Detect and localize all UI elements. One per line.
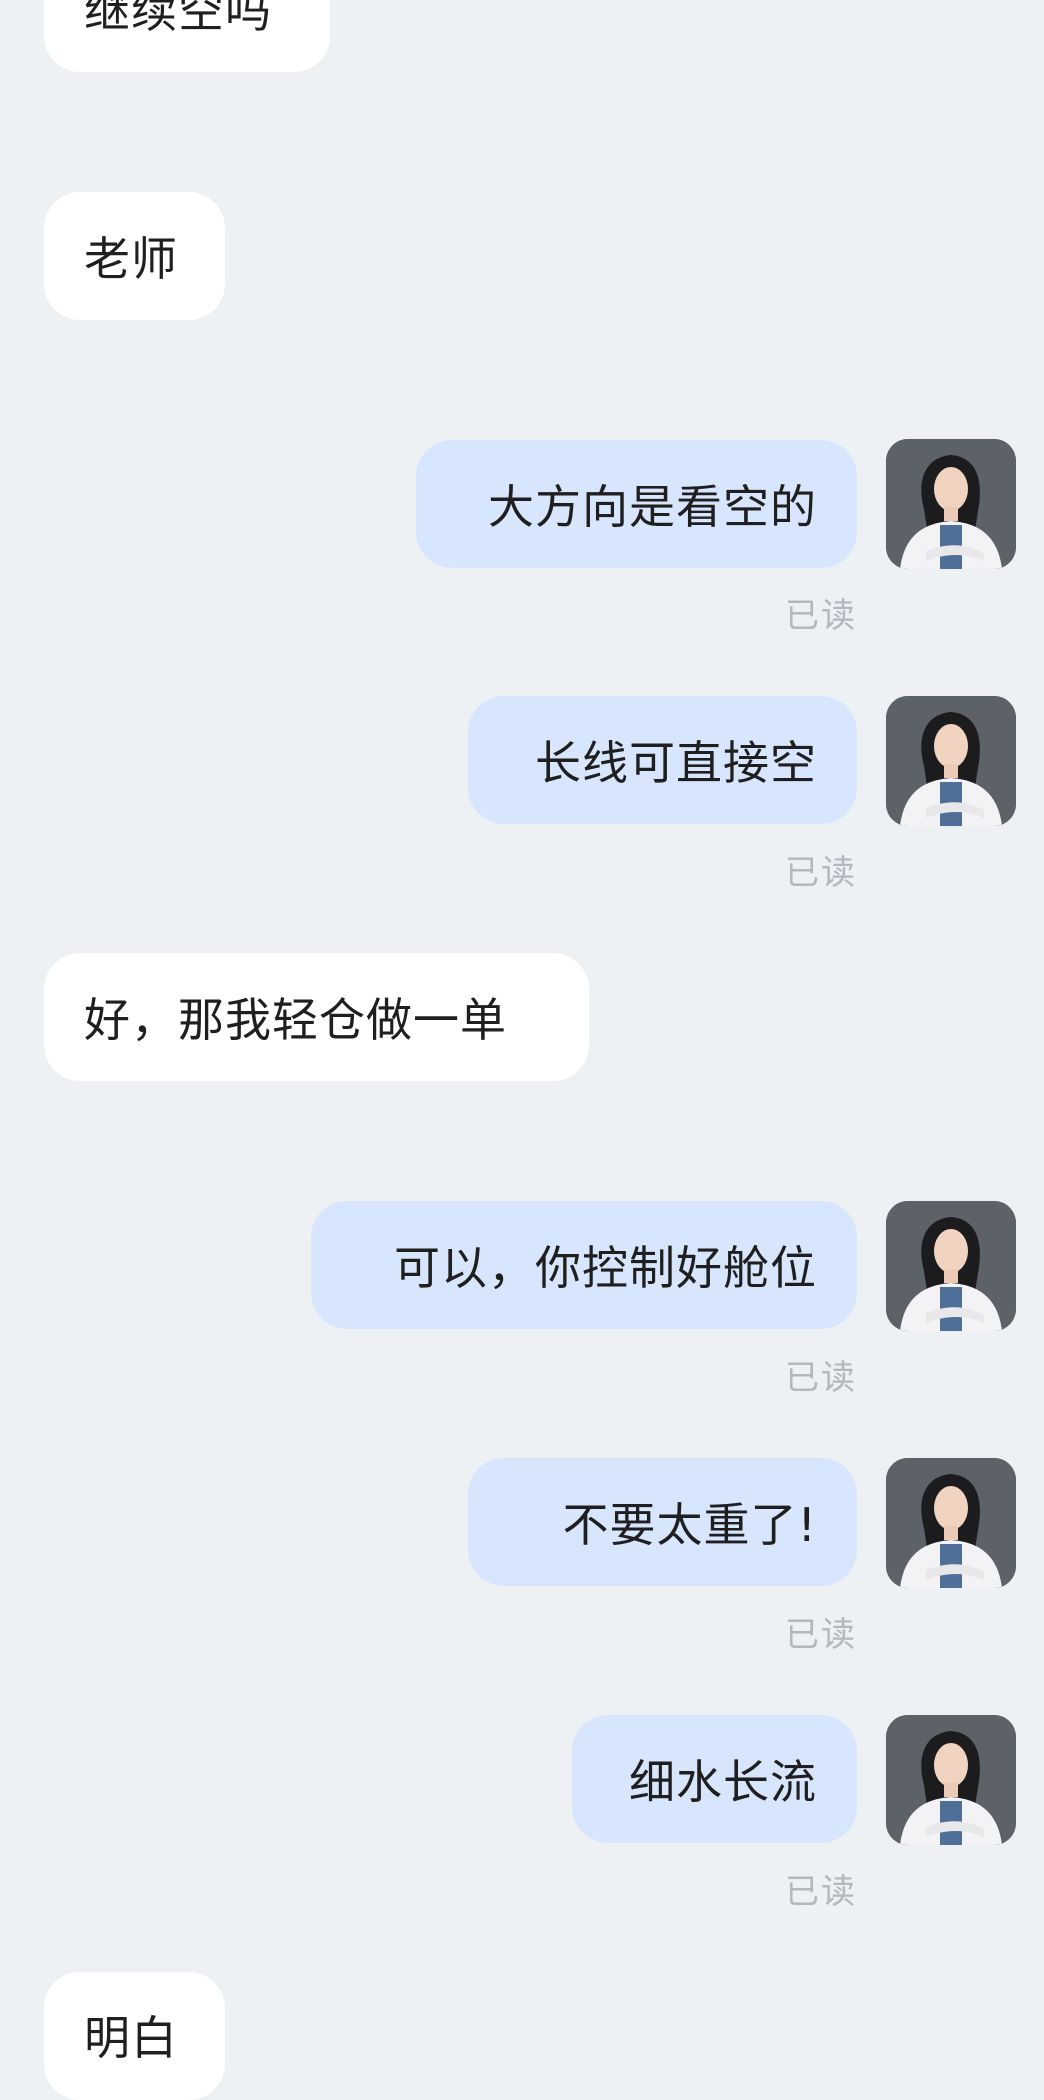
outgoing-message-bubble[interactable]: 长线可直接空 (468, 696, 857, 824)
message-text: 继续空吗 (84, 0, 272, 38)
read-receipt: 已读 (785, 1872, 857, 1912)
sender-avatar[interactable] (886, 439, 1016, 569)
teacher-avatar-photo-icon (886, 696, 1016, 826)
message-text: 可以，你控制好舱位 (394, 1241, 817, 1295)
outgoing-message-bubble[interactable]: 大方向是看空的 (416, 440, 857, 568)
message-text: 不要太重了! (562, 1498, 817, 1552)
message-text: 大方向是看空的 (488, 480, 817, 534)
message-text: 细水长流 (629, 1755, 817, 1809)
message-text: 老师 (84, 232, 178, 286)
outgoing-message-bubble[interactable]: 细水长流 (572, 1715, 857, 1843)
outgoing-message-bubble[interactable]: 不要太重了! (468, 1458, 857, 1586)
message-text: 明白 (84, 2011, 178, 2065)
incoming-message-bubble[interactable]: 继续空吗 (44, 0, 330, 72)
teacher-avatar-photo-icon (886, 439, 1016, 569)
outgoing-message-bubble[interactable]: 可以，你控制好舱位 (311, 1201, 857, 1329)
sender-avatar[interactable] (886, 696, 1016, 826)
read-receipt: 已读 (785, 596, 857, 636)
sender-avatar[interactable] (886, 1715, 1016, 1845)
read-receipt: 已读 (785, 1615, 857, 1655)
read-receipt: 已读 (785, 853, 857, 893)
incoming-message-bubble[interactable]: 老师 (44, 192, 225, 320)
teacher-avatar-photo-icon (886, 1715, 1016, 1845)
incoming-message-bubble[interactable]: 好，那我轻仓做一单 (44, 953, 589, 1081)
message-text: 好，那我轻仓做一单 (84, 993, 507, 1047)
chat-message-list[interactable]: 继续空吗 老师 大方向是看空的 已读 长线可直接空 已读 好，那我轻仓做一单 可… (0, 0, 1044, 2100)
sender-avatar[interactable] (886, 1458, 1016, 1588)
sender-avatar[interactable] (886, 1201, 1016, 1331)
incoming-message-bubble[interactable]: 明白 (44, 1972, 225, 2100)
read-receipt: 已读 (785, 1358, 857, 1398)
teacher-avatar-photo-icon (886, 1201, 1016, 1331)
teacher-avatar-photo-icon (886, 1458, 1016, 1588)
message-text: 长线可直接空 (535, 736, 817, 790)
